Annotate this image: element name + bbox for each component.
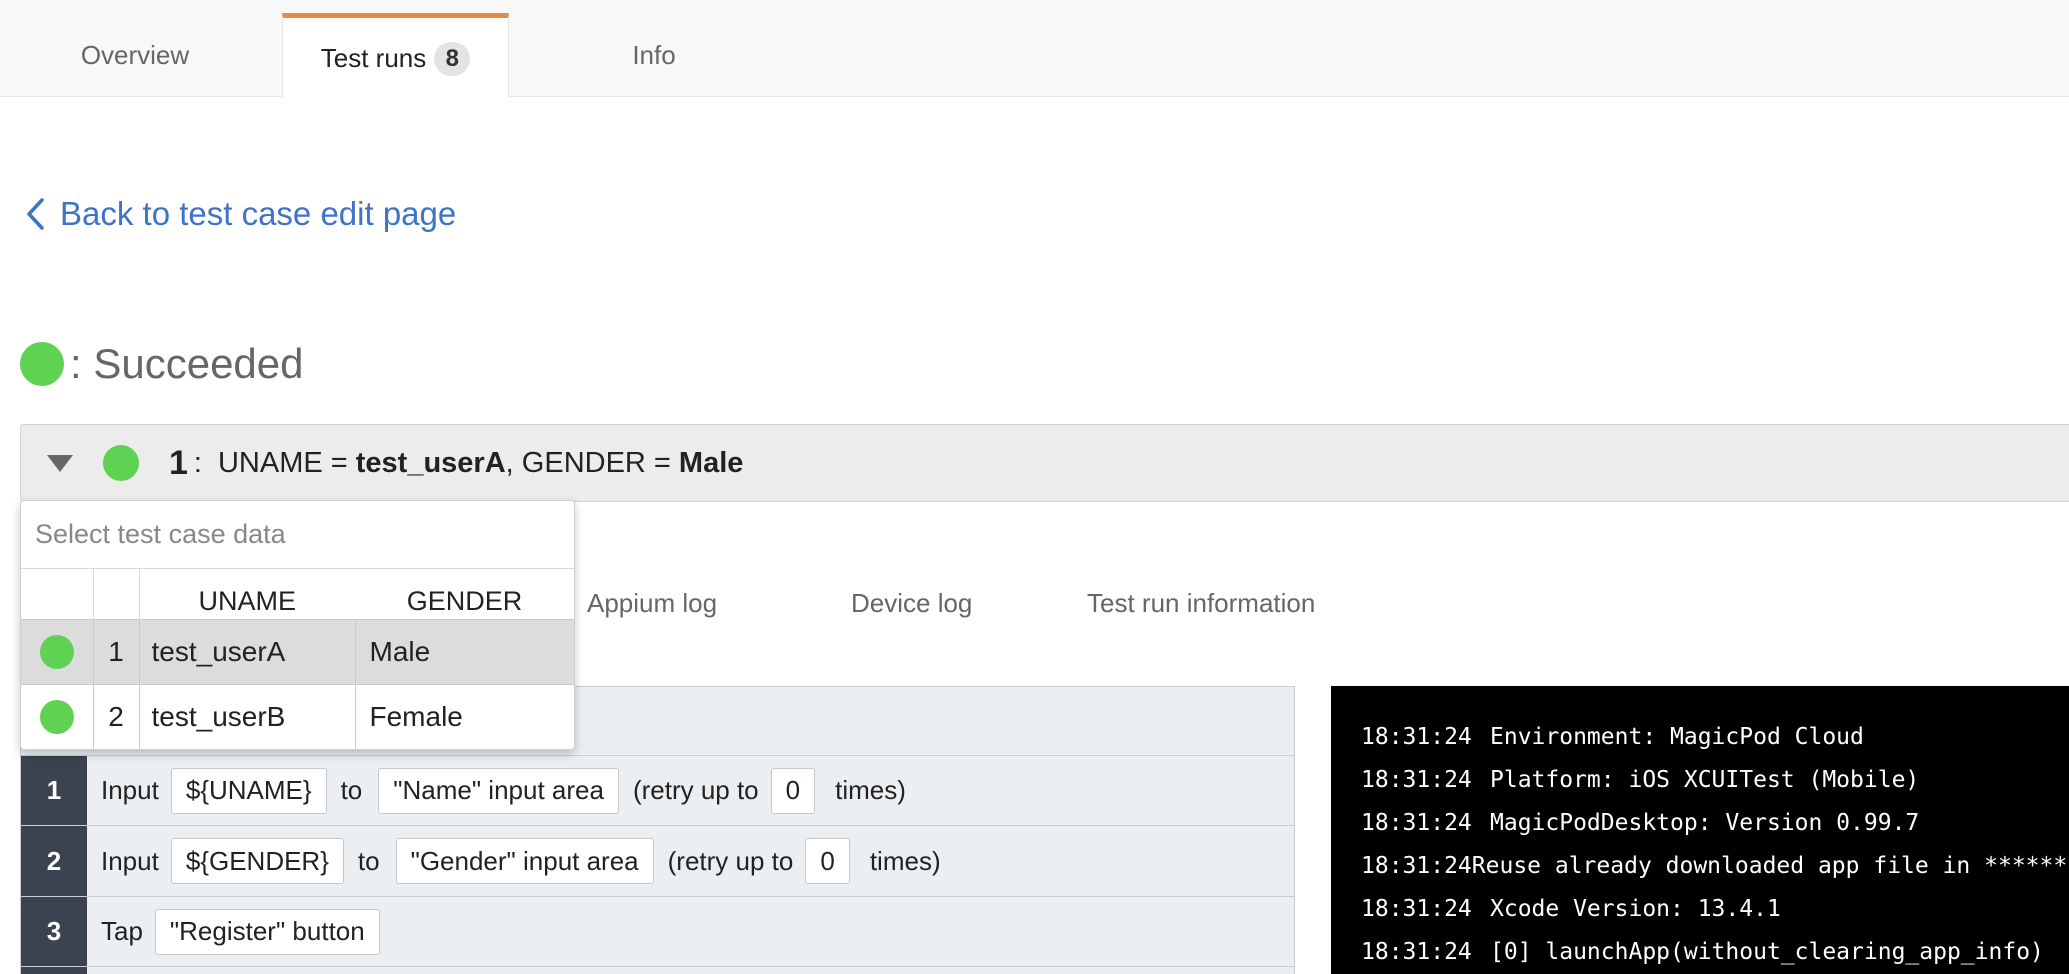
status-success-icon (20, 342, 64, 386)
test-case-data-dropdown: UNAME GENDER 1 test_userA Male 2 test_us… (20, 500, 575, 750)
subtab-device-log[interactable]: Device log (851, 588, 972, 619)
tab-bar: Overview Test runs 8 Info (0, 0, 2069, 99)
step-target-chip[interactable]: "Name" input area (378, 767, 619, 814)
log-message: Environment: MagicPod Cloud (1490, 724, 1864, 750)
row-success-icon (39, 634, 74, 669)
gender-value: Male (678, 446, 744, 479)
run-status: : Succeeded (20, 340, 304, 388)
row-gender: Male (355, 618, 574, 684)
status-label: : Succeeded (70, 340, 304, 387)
step-retry-post: times) (869, 845, 941, 876)
log-message: Platform: iOS XCUITest (Mobile) (1490, 767, 1920, 793)
tab-overview[interactable]: Overview (30, 13, 240, 97)
log-timestamp: 18:31:24 (1361, 724, 1472, 750)
test-data-row[interactable]: 1 test_userA Male (21, 618, 574, 684)
step-retry-pre: (retry up to (667, 845, 794, 876)
test-data-run-header[interactable]: 1 : UNAME = test_userA , GENDER = Male (20, 424, 2069, 502)
header-index (93, 569, 140, 619)
back-link-label: Back to test case edit page (60, 195, 457, 232)
log-line: 18:31:24 [0] launchApp(without_clearing_a… (1361, 939, 2069, 974)
caret-down-icon[interactable] (47, 454, 73, 472)
log-panel[interactable]: 18:31:24 Environment: MagicPod Cloud 18:3… (1331, 686, 2069, 974)
back-to-edit-link[interactable]: Back to test case edit page (20, 194, 456, 234)
log-timestamp: 18:31:24 (1361, 810, 1472, 836)
gender-key: GENDER = (521, 446, 679, 479)
step-verb: Input (101, 845, 159, 876)
param-separator: , (505, 446, 522, 479)
step-number: 3 (21, 897, 87, 966)
row-index: 2 (93, 683, 140, 749)
row-index: 1 (93, 618, 140, 684)
step-to: to (340, 775, 363, 805)
table-header-row: UNAME GENDER (21, 569, 574, 619)
log-line: 18:31:24 Xcode Version: 13.4.1 (1361, 896, 2069, 939)
log-line: 18:31:24 Reuse already downloaded app fil… (1361, 853, 2069, 896)
tab-test-runs[interactable]: Test runs 8 (282, 13, 509, 99)
log-timestamp: 18:31:24 (1361, 896, 1472, 922)
step-to: to (357, 845, 380, 876)
run-number: 1 (169, 443, 188, 482)
log-message: MagicPodDesktop: Version 0.99.7 (1490, 810, 1920, 836)
log-line: 18:31:24 Environment: MagicPod Cloud (1361, 724, 2069, 767)
log-line: 18:31:24 Platform: iOS XCUITest (Mobile) (1361, 767, 2069, 810)
row-uname: test_userA (139, 618, 356, 684)
header-status (21, 569, 94, 619)
step-retry-post: times) (835, 775, 906, 805)
step-value-chip[interactable]: ${GENDER} (170, 838, 344, 884)
step-row-partial (21, 966, 1294, 974)
header-uname: UNAME (198, 585, 296, 616)
log-timestamp: 18:31:24 (1361, 853, 1472, 879)
step-verb: Tap (101, 916, 143, 946)
step-row[interactable]: 3 Tap "Register" button (21, 896, 1294, 966)
log-message: Xcode Version: 13.4.1 (1490, 896, 1781, 922)
tab-test-runs-label: Test runs (320, 43, 427, 73)
tab-info-label: Info (632, 39, 676, 70)
run-colon: : (193, 446, 202, 479)
step-number: 1 (21, 756, 87, 825)
step-number: 2 (21, 826, 87, 896)
log-timestamp: 18:31:24 (1361, 939, 1472, 965)
subtab-device-log-label: Device log (851, 588, 973, 618)
run-success-icon (103, 445, 139, 481)
tab-overview-label: Overview (80, 39, 190, 70)
log-line: 18:31:24 MagicPodDesktop: Version 0.99.7 (1361, 810, 2069, 853)
subtab-appium-log[interactable]: Appium log (587, 588, 717, 619)
step-retry-pre: (retry up to (632, 775, 759, 805)
test-case-data-table: UNAME GENDER 1 test_userA Male 2 test_us… (21, 569, 574, 749)
uname-key: UNAME = (217, 446, 356, 479)
log-message: Reuse already downloaded app file in ***… (1471, 853, 2069, 879)
step-row[interactable]: 1 Input ${UNAME} to "Name" input area (r… (21, 755, 1294, 825)
subtab-test-run-info-label: Test run information (1087, 588, 1316, 618)
test-data-row[interactable]: 2 test_userB Female (21, 683, 574, 749)
log-message: [0] launchApp(without_clearing_app_info) (1490, 939, 2044, 965)
chevron-left-icon (27, 198, 44, 230)
row-uname: test_userB (139, 683, 356, 749)
step-retry-count[interactable]: 0 (770, 767, 816, 814)
step-verb: Input (101, 775, 159, 805)
tab-info[interactable]: Info (560, 13, 748, 97)
row-success-icon (39, 700, 74, 735)
step-value-chip[interactable]: ${UNAME} (170, 767, 327, 814)
header-gender: GENDER (406, 585, 523, 616)
step-row[interactable]: 2 Input ${GENDER} to "Gender" input area… (21, 825, 1294, 896)
test-case-data-search-input[interactable] (21, 501, 574, 569)
step-retry-count[interactable]: 0 (805, 838, 850, 884)
step-target-chip[interactable]: "Gender" input area (395, 838, 654, 884)
step-target-chip[interactable]: "Register" button (154, 908, 380, 955)
uname-value: test_userA (355, 446, 506, 479)
row-gender: Female (355, 683, 574, 749)
subtab-test-run-information[interactable]: Test run information (1087, 588, 1315, 619)
subtab-appium-log-label: Appium log (587, 588, 718, 618)
test-runs-count-badge: 8 (434, 41, 471, 76)
step-number-partial (21, 967, 87, 974)
log-timestamp: 18:31:24 (1361, 767, 1472, 793)
